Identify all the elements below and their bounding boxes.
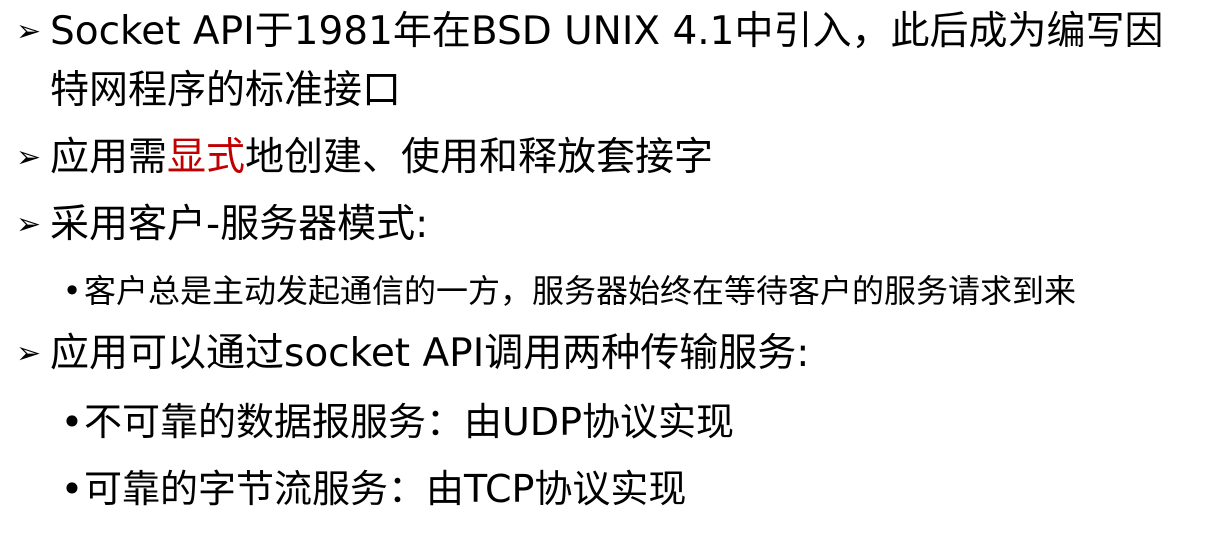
bullet-item-1-line-2: 特网程序的标准接口: [50, 71, 401, 110]
sub-item-3-1: •客户总是主动发起通信的一方，服务器始终在等待客户的服务请求到来: [60, 275, 1076, 307]
sub-item-4-1-text: 不可靠的数据报服务：由UDP协议实现: [84, 400, 734, 444]
dot-bullet-icon: •: [62, 272, 82, 310]
sub-item-4-1: •不可靠的数据报服务：由UDP协议实现: [60, 403, 734, 441]
sub-item-4-2: •可靠的字节流服务：由TCP协议实现: [60, 467, 687, 511]
arrow-bullet-icon: ➢: [16, 207, 42, 242]
bullet-item-3: ➢ 采用客户-服务器模式:: [16, 205, 428, 244]
dot-bullet-icon: •: [60, 400, 84, 444]
bullet-item-1-line-1: ➢ Socket API于1981年在BSD UNIX 4.1中引入，此后成为编写…: [16, 12, 1164, 51]
bullet-item-4: ➢ 应用可以通过socket API调用两种传输服务:: [16, 334, 809, 373]
bullet-item-4-text: 应用可以通过socket API调用两种传输服务:: [50, 331, 810, 376]
bullet-item-3-text: 采用客户-服务器模式:: [50, 202, 429, 247]
bullet-item-2-before: 应用需: [50, 135, 168, 180]
bullet-item-2: ➢ 应用需显式地创建、使用和释放套接字: [16, 138, 713, 177]
bullet-item-2-highlight: 显式: [167, 135, 246, 180]
dot-bullet-icon: •: [60, 467, 84, 511]
arrow-bullet-icon: ➢: [16, 14, 42, 49]
sub-item-4-2-text: 可靠的字节流服务：由TCP协议实现: [84, 467, 687, 511]
bullet-item-2-after: 地创建、使用和释放套接字: [245, 135, 714, 180]
arrow-bullet-icon: ➢: [16, 140, 42, 175]
sub-item-3-1-text: 客户总是主动发起通信的一方，服务器始终在等待客户的服务请求到来: [84, 272, 1077, 310]
bullet-item-1-text-1: Socket API于1981年在BSD UNIX 4.1中引入，此后成为编写因: [50, 9, 1164, 54]
bullet-item-1-text-2: 特网程序的标准接口: [50, 68, 402, 113]
arrow-bullet-icon: ➢: [16, 336, 42, 371]
slide: ➢ Socket API于1981年在BSD UNIX 4.1中引入，此后成为编写…: [0, 0, 1232, 544]
